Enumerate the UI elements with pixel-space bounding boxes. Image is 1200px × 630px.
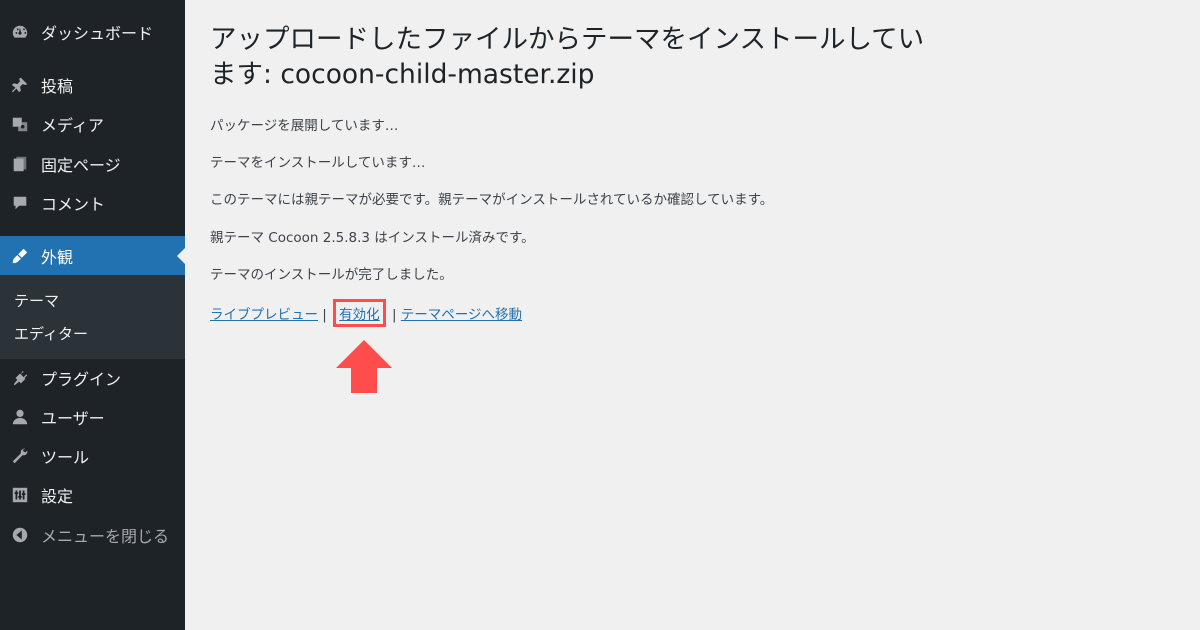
sidebar-item-posts[interactable]: 投稿	[0, 65, 185, 105]
sidebar-item-label: ユーザー	[41, 409, 105, 428]
status-message-parent-check: このテーマには親テーマが必要です。親テーマがインストールされているか確認していま…	[210, 192, 774, 208]
up-arrow-icon	[336, 340, 392, 393]
plugin-icon	[10, 368, 30, 388]
sidebar-item-label: ダッシュボード	[41, 24, 154, 43]
dashboard-icon	[10, 22, 30, 42]
sidebar-item-label: メディア	[41, 116, 104, 135]
sidebar-item-appearance[interactable]: 外観	[0, 236, 185, 276]
sidebar-item-label: プラグイン	[41, 370, 122, 389]
sidebar-item-users[interactable]: ユーザー	[0, 397, 185, 437]
media-icon	[10, 114, 30, 134]
theme-page-link[interactable]: テーマページへ移動	[401, 307, 522, 323]
status-message-parent-installed: 親テーマ Cocoon 2.5.8.3 はインストール済みです。	[210, 230, 535, 246]
sidebar-item-label: 外観	[41, 248, 74, 267]
sidebar-item-tools[interactable]: ツール	[0, 436, 185, 476]
status-message-unpacking: パッケージを展開しています…	[210, 118, 399, 134]
status-message-complete: テーマのインストールが完了しました。	[210, 267, 453, 283]
sidebar-item-label: ツール	[41, 448, 90, 467]
sidebar-item-label: メニューを閉じる	[41, 527, 170, 546]
collapse-menu-button[interactable]: メニューを閉じる	[0, 515, 185, 555]
action-links: ライブプレビュー | 有効化 | テーマページへ移動	[210, 299, 522, 327]
active-indicator	[177, 248, 185, 264]
main-content: アップロードしたファイルからテーマをインストールしています: cocoon-ch…	[210, 22, 1170, 327]
sidebar-item-label: 設定	[41, 487, 74, 506]
status-message-installing: テーマをインストールしています…	[210, 155, 426, 171]
activate-highlight-box: 有効化	[333, 299, 386, 327]
page-title: アップロードしたファイルからテーマをインストールしています: cocoon-ch…	[210, 24, 925, 90]
link-separator: |	[391, 307, 397, 323]
comment-icon	[10, 193, 30, 213]
pushpin-icon	[10, 75, 30, 95]
sidebar-item-label: コメント	[41, 195, 106, 214]
appearance-icon	[10, 246, 30, 266]
live-preview-link[interactable]: ライブプレビュー	[210, 307, 318, 323]
collapse-icon	[10, 525, 30, 545]
activate-link[interactable]: 有効化	[339, 307, 380, 323]
sidebar-item-label: 投稿	[41, 77, 74, 96]
sidebar-item-pages[interactable]: 固定ページ	[0, 144, 185, 184]
user-icon	[10, 407, 30, 427]
sidebar-item-comments[interactable]: コメント	[0, 183, 185, 223]
settings-icon	[10, 485, 30, 505]
appearance-submenu: テーマ エディター	[0, 275, 185, 359]
wrench-icon	[10, 446, 30, 466]
sidebar-item-media[interactable]: メディア	[0, 104, 185, 144]
admin-sidebar: ダッシュボード 投稿 メディア 固定ページ コメント 外観 テーマ エディター	[0, 0, 185, 630]
sidebar-item-settings[interactable]: 設定	[0, 475, 185, 515]
page-icon	[10, 154, 30, 174]
sidebar-item-plugins[interactable]: プラグイン	[0, 358, 185, 398]
submenu-item-themes[interactable]: テーマ	[14, 290, 59, 311]
link-separator: |	[322, 307, 327, 323]
sidebar-item-label: 固定ページ	[41, 156, 121, 175]
sidebar-item-dashboard[interactable]: ダッシュボード	[0, 12, 185, 52]
submenu-item-editor[interactable]: エディター	[14, 323, 88, 344]
